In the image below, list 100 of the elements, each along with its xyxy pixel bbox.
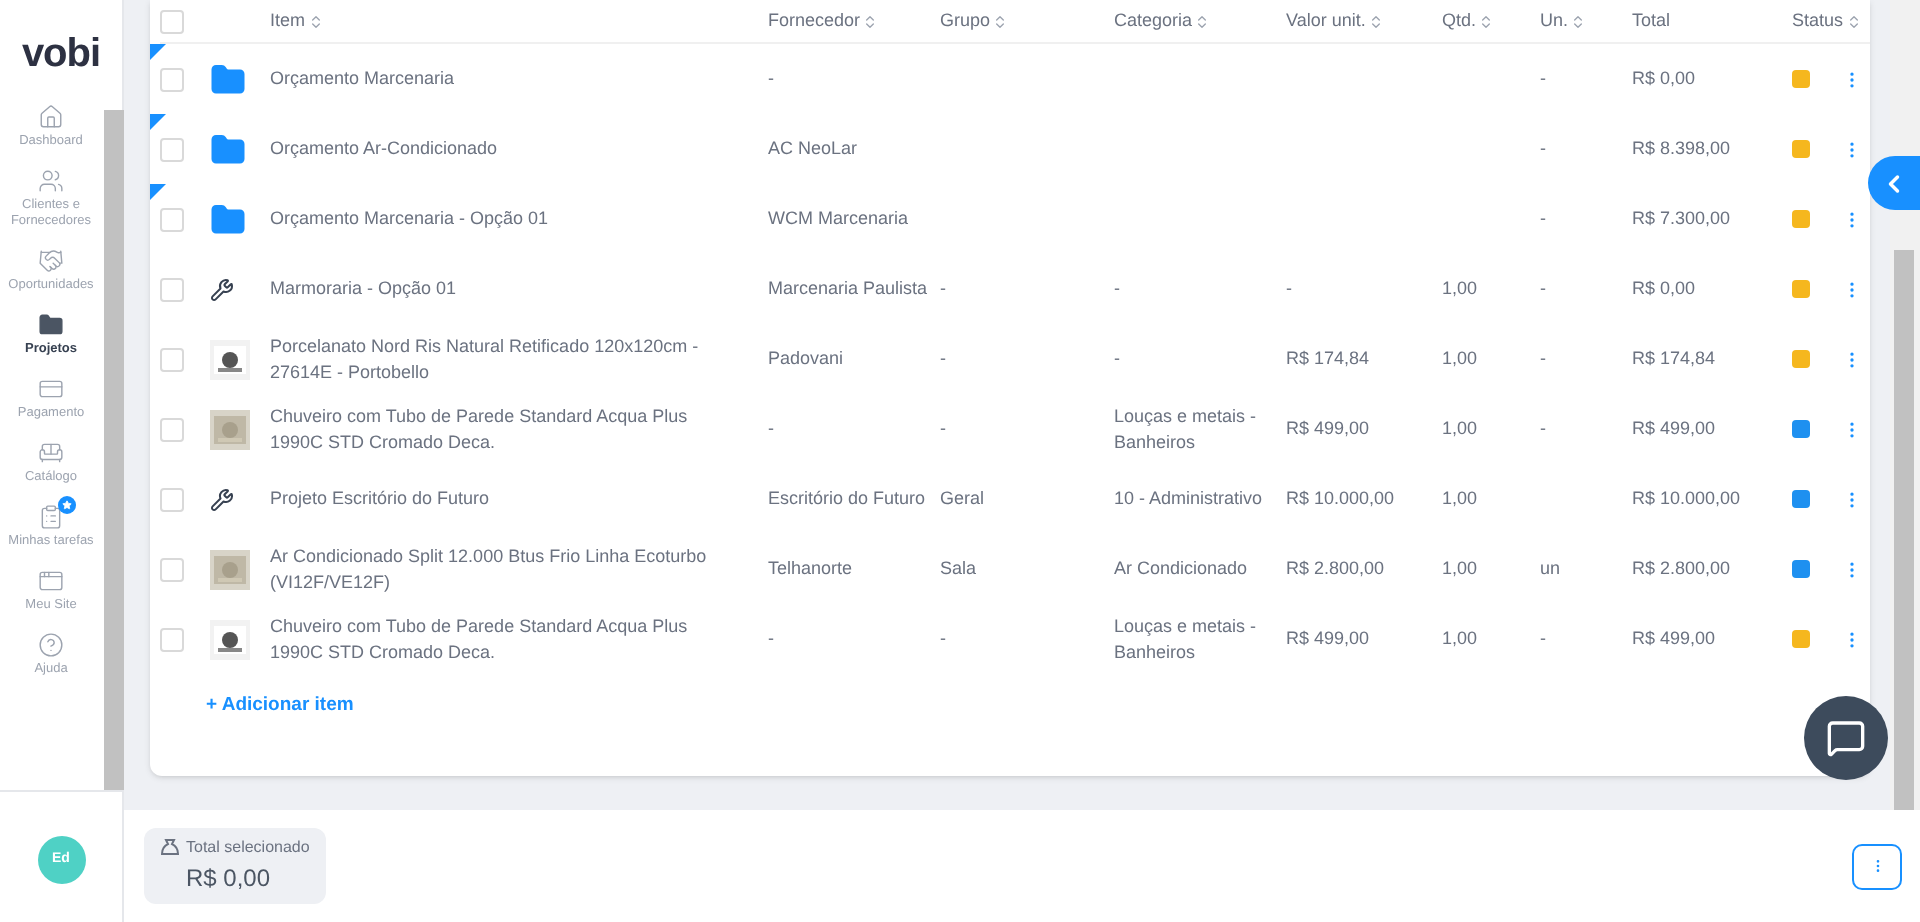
table-cell-text: - [940, 416, 948, 442]
table-cell-text: - [940, 626, 948, 652]
sort-icon[interactable] [1845, 13, 1862, 29]
table-cell-text: Padovani [768, 346, 846, 372]
table-cell-text: R$ 0,00 [1632, 66, 1698, 92]
wrench-icon [210, 277, 234, 301]
table-cell-text: Geral [940, 486, 987, 512]
sort-icon[interactable] [1570, 13, 1587, 29]
corner-marker [150, 44, 166, 60]
row-checkbox[interactable] [160, 557, 184, 581]
table-cell-text: R$ 499,00 [1632, 626, 1718, 652]
table-cell-text: - [1540, 346, 1548, 372]
column-header[interactable]: Fornecedor [768, 7, 861, 35]
table-cell-text: 1,00 [1442, 486, 1480, 512]
row-checkbox[interactable] [160, 67, 184, 91]
table-cell-text: R$ 2.800,00 [1286, 556, 1387, 582]
folder-icon [210, 201, 246, 237]
add-item-link[interactable]: + Adicionar item [206, 692, 354, 721]
table-cell-text: 1,00 [1442, 346, 1480, 372]
table-cell-text: - [768, 416, 776, 442]
column-header[interactable]: Categoria [1114, 7, 1193, 35]
scrollbar[interactable] [104, 110, 124, 790]
table-cell-text: Escritório do Futuro [768, 486, 928, 512]
table-cell-text: Porcelanato Nord Ris Natural Retificado 120x120cm - 27614E - Portobello [270, 334, 701, 384]
table-cell-text: - [1540, 206, 1548, 232]
row-checkbox[interactable] [160, 487, 184, 511]
table-cell-text: un [1540, 556, 1563, 582]
folder-icon [210, 61, 246, 97]
total-label: Total selecionado [186, 836, 310, 860]
table-cell-text: R$ 499,00 [1632, 416, 1718, 442]
table-cell-text: Orçamento Marcenaria - Opção 01 [270, 206, 551, 232]
sort-icon[interactable] [1367, 13, 1384, 29]
column-header[interactable]: Grupo [940, 7, 991, 35]
table-cell-text: 10 - Administrativo [1114, 486, 1265, 512]
more-button[interactable] [1852, 843, 1902, 889]
help-icon [38, 632, 64, 658]
table-cell-text: - [1114, 346, 1122, 372]
folder-icon [38, 312, 64, 338]
table-cell-text: WCM Marcenaria [768, 206, 911, 232]
table-cell-text: R$ 10.000,00 [1286, 486, 1397, 512]
table-cell-text: Projeto Escritório do Futuro [270, 486, 492, 512]
table-cell-text: R$ 499,00 [1286, 626, 1372, 652]
table-cell-text: Ar Condicionado [1114, 556, 1250, 582]
table-cell-text: - [768, 66, 776, 92]
column-header[interactable]: Total [1632, 7, 1671, 35]
home-icon [38, 104, 64, 130]
sort-icon[interactable] [307, 13, 324, 29]
table-cell-text: Orçamento Ar-Condicionado [270, 136, 500, 162]
table-cell-text: - [1540, 416, 1548, 442]
corner-marker [150, 114, 166, 130]
table-cell-text: R$ 8.398,00 [1632, 136, 1733, 162]
table-cell-text: - [1286, 276, 1294, 302]
total-value: R$ 0,00 [184, 862, 273, 896]
table-cell-text: - [1540, 626, 1548, 652]
column-header[interactable]: Status [1792, 7, 1844, 35]
table-cell-text: R$ 2.800,00 [1632, 556, 1733, 582]
row-checkbox[interactable] [160, 627, 184, 651]
table-cell-text: Sala [940, 556, 979, 582]
handshake-icon [38, 248, 64, 274]
folder-icon [210, 131, 246, 167]
users-icon [38, 168, 64, 194]
table-cell-text: - [768, 626, 776, 652]
row-checkbox[interactable] [160, 277, 184, 301]
row-checkbox[interactable] [160, 347, 184, 371]
row-checkbox[interactable] [160, 9, 184, 33]
table-cell-text: R$ 174,84 [1286, 346, 1372, 372]
collapse-tab[interactable] [1868, 156, 1920, 210]
column-header[interactable]: Valor unit. [1286, 7, 1366, 35]
table-cell-text: Louças e metais - Banheiros [1114, 404, 1259, 454]
column-header[interactable]: Qtd. [1442, 7, 1477, 35]
wrench-icon [210, 487, 234, 511]
row-checkbox[interactable] [160, 137, 184, 161]
sort-icon[interactable] [862, 13, 879, 29]
table-cell-text: R$ 174,84 [1632, 346, 1718, 372]
sort-icon[interactable] [992, 13, 1009, 29]
corner-marker [150, 184, 166, 200]
table-cell-text: - [1114, 276, 1122, 302]
table-cell-text: - [940, 346, 948, 372]
table-cell-text: 1,00 [1442, 556, 1480, 582]
clipboard-icon [38, 504, 64, 530]
table-cell-text: Chuveiro com Tubo de Parede Standard Acqua Plus 1990C STD Cromado Deca. [270, 614, 690, 664]
row-checkbox[interactable] [160, 417, 184, 441]
sort-icon[interactable] [1194, 13, 1211, 29]
table-cell-text: R$ 499,00 [1286, 416, 1372, 442]
table-cell-text: Marmoraria - Opção 01 [270, 276, 459, 302]
table-cell-text: Louças e metais - Banheiros [1114, 614, 1259, 664]
column-header[interactable]: Un. [1540, 7, 1569, 35]
table-cell-text: - [940, 276, 948, 302]
table-cell-text: - [1540, 136, 1548, 162]
logo: vobi [21, 30, 101, 80]
row-checkbox[interactable] [160, 207, 184, 231]
table-cell-text: Telhanorte [768, 556, 855, 582]
sort-icon[interactable] [1478, 13, 1495, 29]
table-cell-text: R$ 7.300,00 [1632, 206, 1733, 232]
table-cell-text: R$ 0,00 [1632, 276, 1698, 302]
card-icon [38, 376, 64, 402]
column-header[interactable]: Item [270, 7, 306, 35]
window-icon [38, 568, 64, 594]
table-cell-text: AC NeoLar [768, 136, 860, 162]
chat-button[interactable] [1804, 696, 1888, 780]
